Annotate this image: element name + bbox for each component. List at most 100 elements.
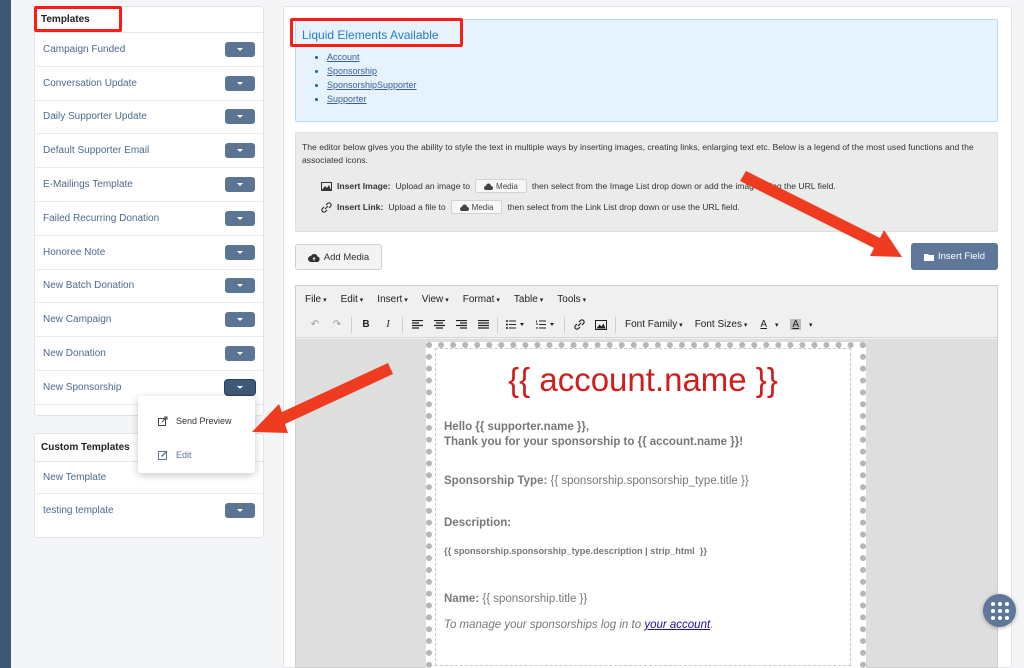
caret-down-icon [237, 81, 243, 85]
template-name[interactable]: Honoree Note [43, 247, 105, 258]
background-color-icon[interactable]: A ▾ [785, 314, 817, 336]
manage-end: . [710, 619, 714, 631]
liquid-link-sponsorship[interactable]: Sponsorship [327, 66, 377, 76]
template-actions-menu: Send Preview Edit [138, 396, 255, 473]
add-media-button[interactable]: Add Media [295, 244, 382, 270]
template-name[interactable]: New Batch Donation [43, 280, 134, 291]
grid-dot [1004, 608, 1009, 613]
caret-down-icon [237, 216, 243, 220]
font-family-select[interactable]: Font Family [619, 319, 689, 330]
align-left-icon[interactable] [406, 314, 428, 336]
template-name[interactable]: E-Mailings Template [43, 179, 133, 190]
custom-template-name[interactable]: testing template [43, 505, 114, 516]
email-greeting: Hello {{ supporter.name }}, Thank you fo… [444, 420, 743, 450]
template-actions-button[interactable] [225, 109, 255, 125]
sponsorship-type-label: Sponsorship Type: [444, 475, 548, 487]
template-actions-button[interactable] [225, 278, 255, 294]
menu-table[interactable]: Table [514, 294, 543, 305]
caret-down-icon [237, 318, 243, 322]
share-icon [158, 416, 168, 426]
template-actions-button[interactable] [225, 75, 255, 91]
bold-icon[interactable]: B [355, 314, 377, 336]
image-icon[interactable] [590, 314, 612, 336]
menu-tools[interactable]: Tools [557, 294, 586, 305]
list-item: Sponsorship [327, 64, 417, 78]
template-actions-button[interactable] [225, 312, 255, 328]
menu-insert[interactable]: Insert [377, 294, 407, 305]
template-actions-button[interactable] [225, 143, 255, 159]
template-name[interactable]: New Sponsorship [43, 382, 121, 393]
caret-down-icon [237, 149, 243, 153]
list-item: Account [327, 50, 417, 64]
grid-dot [997, 615, 1002, 620]
editor-legend: The editor below gives you the ability t… [295, 132, 998, 232]
template-name[interactable]: Daily Supporter Update [43, 111, 147, 122]
template-row[interactable]: New Campaign [35, 303, 263, 338]
templates-title: Templates [35, 7, 263, 33]
send-preview-label: Send Preview [176, 416, 232, 426]
caret-down-icon [237, 508, 243, 512]
template-actions-button[interactable] [225, 346, 255, 362]
template-row[interactable]: Honoree Note [35, 236, 263, 270]
template-row[interactable]: Campaign Funded [35, 33, 263, 67]
menu-format[interactable]: Format [463, 294, 500, 305]
template-actions-button[interactable] [225, 210, 255, 226]
sponsorship-type-value: {{ sponsorship.sponsorship_type.title }} [550, 475, 749, 487]
align-right-icon[interactable] [450, 314, 472, 336]
link-icon[interactable] [568, 314, 590, 336]
menu-item-send-preview[interactable]: Send Preview [138, 404, 255, 438]
cloud-upload-icon [484, 183, 494, 190]
apps-grid-button[interactable] [983, 594, 1016, 627]
template-row[interactable]: Conversation Update [35, 67, 263, 101]
template-row[interactable]: Default Supporter Email [35, 134, 263, 169]
template-name[interactable]: Campaign Funded [43, 44, 125, 55]
legend-insert-image: Insert Image: Upload an image to Media t… [321, 179, 836, 193]
template-actions-button[interactable] [225, 502, 255, 518]
template-name[interactable]: Default Supporter Email [43, 145, 149, 156]
custom-template-name[interactable]: New Template [43, 472, 106, 483]
template-actions-button[interactable] [225, 177, 255, 193]
insert-field-button[interactable]: Insert Field [911, 243, 998, 270]
liquid-link-account[interactable]: Account [327, 52, 360, 62]
media-chip: Media [450, 200, 503, 214]
bullet-list-icon[interactable] [501, 314, 531, 336]
template-row[interactable]: New Donation [35, 337, 263, 371]
menu-view[interactable]: View [422, 294, 449, 305]
template-name[interactable]: Failed Recurring Donation [43, 213, 159, 224]
template-actions-button[interactable] [225, 379, 255, 395]
undo-icon[interactable]: ↶ [304, 314, 326, 336]
email-body[interactable]: {{ account.name }} Hello {{ supporter.na… [435, 348, 851, 666]
menu-file[interactable]: File [305, 294, 327, 305]
liquid-link-supporter[interactable]: Supporter [327, 94, 367, 104]
image-icon [321, 181, 332, 191]
align-justify-icon[interactable] [472, 314, 494, 336]
edit-label: Edit [176, 450, 192, 460]
add-media-label: Add Media [323, 251, 370, 263]
align-center-icon[interactable] [428, 314, 450, 336]
greeting-line: Hello {{ supporter.name }}, [444, 421, 590, 433]
template-name[interactable]: New Campaign [43, 314, 111, 325]
template-row[interactable]: E-Mailings Template [35, 168, 263, 202]
template-row[interactable]: New Batch Donation [35, 270, 263, 304]
template-actions-button[interactable] [225, 244, 255, 260]
menu-edit[interactable]: Edit [341, 294, 364, 305]
template-actions-button[interactable] [225, 41, 255, 57]
template-name[interactable]: New Donation [43, 348, 106, 359]
redo-icon[interactable]: ↷ [326, 314, 348, 336]
custom-template-row[interactable]: testing template [35, 494, 263, 526]
font-sizes-select[interactable]: Font Sizes [689, 319, 754, 330]
insert-image-post: then select from the Image List drop dow… [531, 181, 836, 191]
template-name[interactable]: Conversation Update [43, 78, 137, 89]
grid-dot [990, 608, 995, 613]
toolbar-divider [351, 316, 352, 333]
liquid-link-sponsorship-supporter[interactable]: SponsorshipSupporter [327, 80, 417, 90]
insert-link-pre: Upload a file to [388, 202, 446, 212]
menu-item-edit[interactable]: Edit [138, 438, 255, 472]
numbered-list-icon[interactable] [531, 314, 561, 336]
template-row[interactable]: Failed Recurring Donation [35, 202, 263, 236]
your-account-link[interactable]: your account [644, 619, 710, 631]
template-row[interactable]: Daily Supporter Update [35, 101, 263, 135]
text-color-icon[interactable]: A ▾ [753, 314, 785, 336]
editor-content-area[interactable]: {{ account.name }} Hello {{ supporter.na… [296, 339, 997, 668]
italic-icon[interactable]: I [377, 314, 399, 336]
